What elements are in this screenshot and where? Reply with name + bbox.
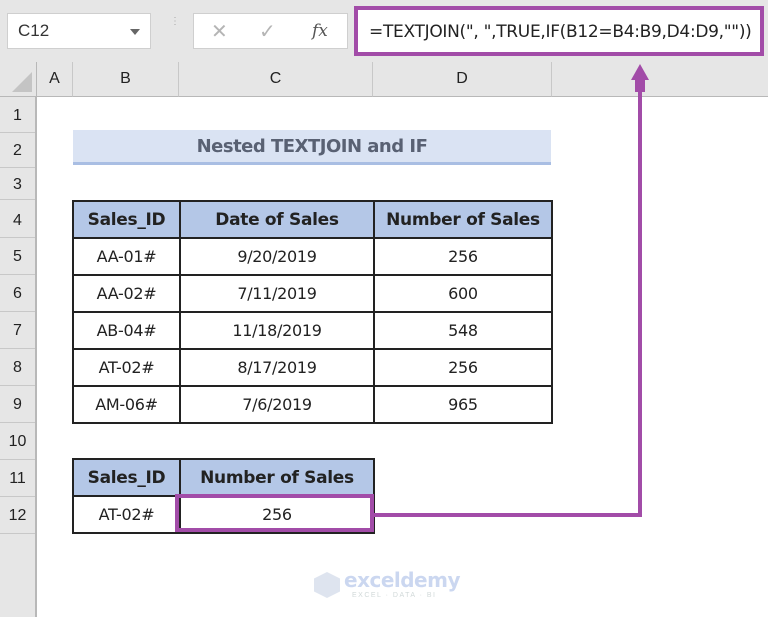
exceldemy-logo-icon <box>314 572 340 598</box>
callout-arrow <box>374 64 649 517</box>
arrow-line <box>374 88 642 517</box>
watermark: exceldemy EXCEL · DATA · BI <box>312 568 462 604</box>
watermark-tagline: EXCEL · DATA · BI <box>352 592 437 599</box>
arrowhead-icon <box>631 64 649 92</box>
watermark-name: exceldemy <box>344 568 461 592</box>
